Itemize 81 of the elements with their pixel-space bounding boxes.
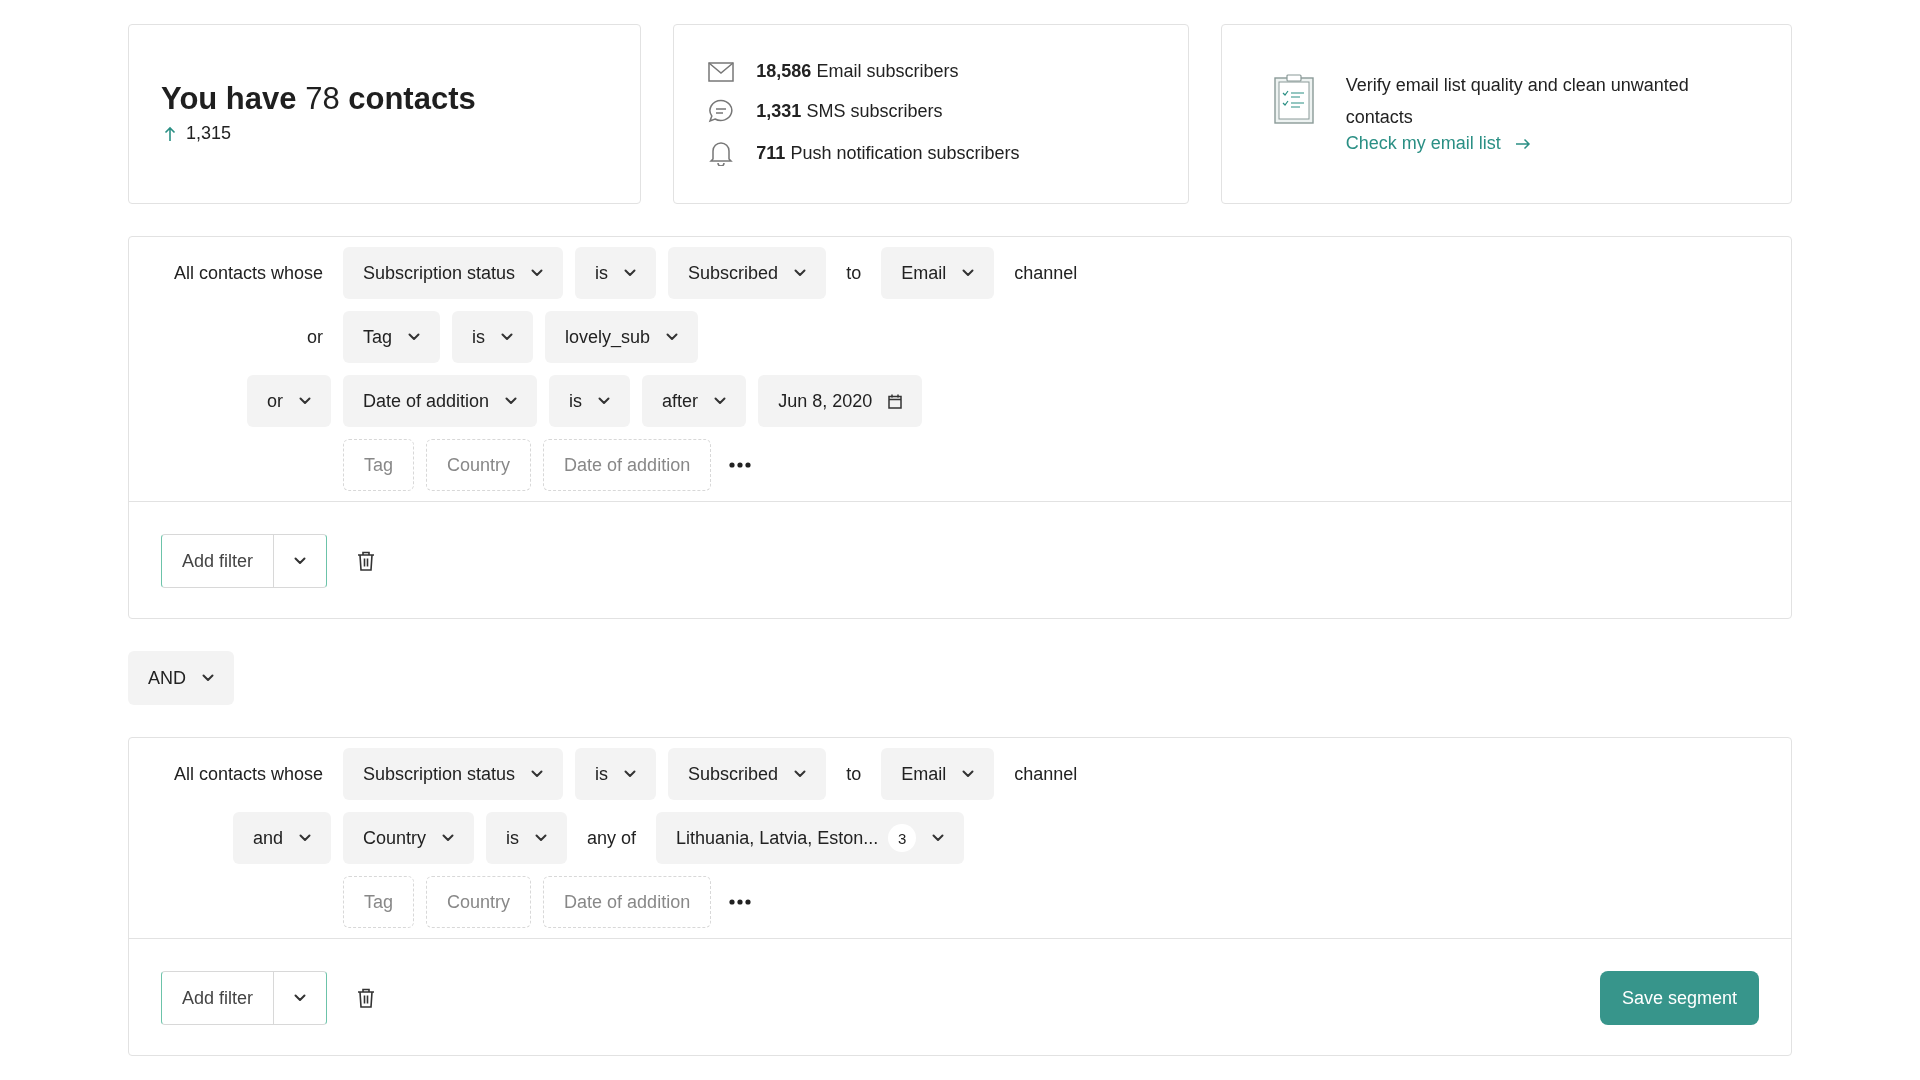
subscriber-count: 711 Push notification subscribers — [756, 142, 1020, 164]
filter-label: All contacts whose — [172, 763, 324, 785]
envelope-icon — [708, 61, 735, 82]
chevron-down-icon — [299, 397, 311, 405]
add-filter-split-button[interactable]: Add filter — [161, 534, 328, 588]
dropdown[interactable]: is — [549, 375, 631, 427]
bell-icon — [709, 140, 734, 166]
quick-filter-button[interactable]: Country — [426, 439, 532, 491]
more-icon — [729, 462, 752, 468]
chevron-down-icon — [932, 834, 945, 842]
dropdown[interactable]: Tag — [343, 311, 441, 363]
logic-dropdown[interactable]: and — [232, 812, 331, 864]
dropdown[interactable]: Subscribed — [668, 247, 827, 299]
subscriber-count: 1,331 SMS subscribers — [756, 100, 943, 122]
chevron-down-icon — [962, 770, 975, 778]
dropdown[interactable]: Subscription status — [343, 247, 564, 299]
delete-button[interactable] — [357, 551, 376, 571]
dropdown[interactable]: Subscribed — [668, 748, 827, 800]
chevron-down-icon — [794, 269, 807, 277]
chevron-down-icon — [794, 770, 807, 778]
delete-button[interactable] — [357, 988, 376, 1008]
check-email-list-link[interactable]: Check my email list — [1345, 133, 1531, 154]
quick-filter-button[interactable]: Country — [426, 876, 532, 928]
dropdown[interactable]: Date of addition — [343, 375, 538, 427]
contacts-count-heading: You have 78 contacts — [161, 81, 477, 117]
filter-label: to — [845, 763, 863, 785]
chevron-down-icon — [666, 333, 679, 341]
chevron-down-icon — [714, 397, 727, 405]
chevron-down-icon — [408, 333, 421, 341]
chevron-down-icon — [598, 397, 611, 405]
trash-icon — [357, 988, 376, 1008]
filter-label: All contacts whose — [172, 262, 324, 284]
more-icon — [729, 899, 752, 905]
subscriber-count: 18,586 Email subscribers — [756, 61, 959, 82]
filter-label: to — [845, 262, 863, 284]
chevron-down-icon — [442, 834, 455, 842]
chevron-down-icon — [294, 557, 307, 565]
dropdown[interactable]: Subscription status — [343, 748, 564, 800]
add-filter-split-button[interactable]: Add filter — [161, 971, 328, 1025]
chevron-down-icon — [505, 397, 518, 405]
chevron-down-icon — [624, 269, 637, 277]
filter-label: any of — [586, 827, 638, 849]
quick-filter-button[interactable]: Tag — [343, 876, 415, 928]
filter-label: or — [306, 326, 324, 348]
dropdown[interactable]: Country — [343, 812, 475, 864]
quick-filter-button[interactable]: Tag — [343, 439, 415, 491]
filter-label: channel — [1013, 763, 1079, 785]
verify-description: Verify email list quality and clean unwanted contacts — [1345, 74, 1690, 129]
logic-dropdown[interactable]: or — [247, 375, 331, 427]
chevron-down-icon — [299, 834, 311, 842]
dropdown[interactable]: Email — [881, 748, 995, 800]
multi-select-dropdown[interactable]: Lithuania, Latvia, Eston... 3 — [656, 812, 965, 864]
chevron-down-icon — [501, 333, 514, 341]
trash-icon — [357, 551, 376, 571]
count-badge: 3 — [888, 824, 917, 852]
dropdown[interactable]: Email — [881, 247, 995, 299]
chevron-down-icon — [535, 834, 548, 842]
filter-label: channel — [1013, 262, 1079, 284]
quick-filter-button[interactable]: Date of addition — [543, 876, 712, 928]
growth-count: 1,315 — [186, 123, 232, 144]
dropdown[interactable]: is — [575, 748, 657, 800]
date-picker[interactable]: Jun 8, 2020 — [758, 375, 923, 427]
clipboard-checklist-icon — [1271, 73, 1316, 125]
chevron-down-icon — [624, 770, 637, 778]
calendar-icon — [888, 393, 903, 409]
chevron-down-icon — [531, 269, 544, 277]
dropdown[interactable]: lovely_sub — [545, 311, 699, 363]
chevron-down-icon — [294, 994, 307, 1002]
chevron-down-icon — [202, 674, 214, 682]
dropdown[interactable]: after — [642, 375, 747, 427]
chevron-down-icon — [962, 269, 975, 277]
chat-bubble-icon — [708, 99, 735, 123]
save-segment-button[interactable]: Save segment — [1599, 971, 1759, 1025]
dropdown[interactable]: is — [486, 812, 568, 864]
quick-filter-button[interactable]: Date of addition — [543, 439, 712, 491]
chevron-down-icon — [531, 770, 544, 778]
dropdown[interactable]: is — [452, 311, 534, 363]
arrow-up-icon — [164, 125, 176, 142]
and-dropdown[interactable]: AND — [128, 651, 234, 705]
arrow-right-icon — [1514, 137, 1531, 150]
dropdown[interactable]: is — [575, 247, 657, 299]
